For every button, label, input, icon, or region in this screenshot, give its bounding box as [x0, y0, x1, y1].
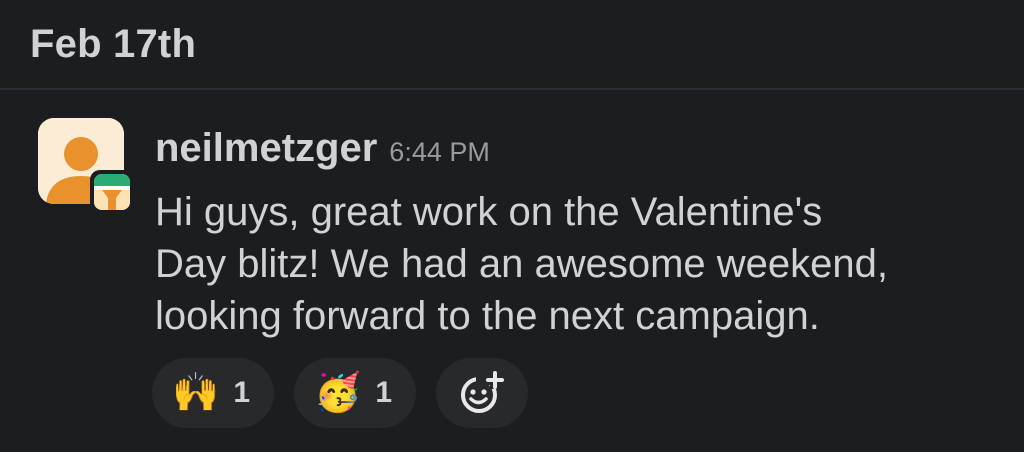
message-body: Hi guys, great work on the Valentine's D… [155, 186, 975, 342]
message-text-line: Hi guys, great work on the Valentine's [155, 190, 823, 234]
add-reaction-button[interactable] [436, 358, 529, 428]
reaction-bar: 🙌 1 🥳 1 [152, 358, 529, 428]
date-divider-label[interactable]: Feb 17th [30, 22, 196, 67]
app-badge [90, 170, 134, 214]
reaction-count: 1 [375, 376, 393, 409]
message-timestamp[interactable]: 6:44 PM [389, 137, 490, 168]
message-text-line: Day blitz! We had an awesome weekend, [155, 242, 888, 286]
partying-face-emoji-icon: 🥳 [314, 372, 362, 414]
reaction-count: 1 [233, 376, 251, 409]
reaction-raising-hands[interactable]: 🙌 1 [152, 358, 275, 428]
username[interactable]: neilmetzger [155, 126, 377, 171]
message-header: neilmetzger 6:44 PM [155, 126, 490, 171]
message-text-line: looking forward to the next campaign. [155, 294, 820, 338]
reaction-partying-face[interactable]: 🥳 1 [294, 358, 417, 428]
message-view: Feb 17th neilmetzger 6:44 PM Hi guys, gr… [0, 0, 1024, 452]
app-badge-icon [94, 174, 130, 210]
add-reaction-icon [461, 371, 505, 413]
raising-hands-emoji-icon: 🙌 [172, 372, 220, 414]
date-divider-line [0, 88, 1024, 90]
